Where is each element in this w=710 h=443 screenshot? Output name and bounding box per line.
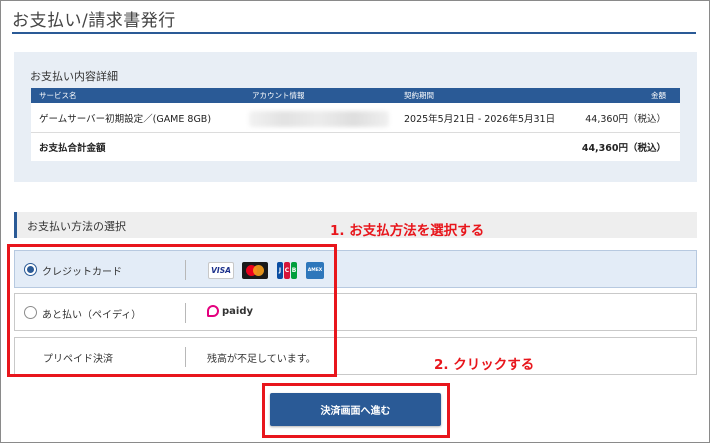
table-row: ゲームサーバー初期設定／(GAME 8GB) 2025年5月21日 - 2026… xyxy=(31,103,680,133)
account-info-redacted xyxy=(249,111,389,127)
annotation-step-1: 1. お支払方法を選択する xyxy=(330,223,485,239)
summary-table: サービス名 アカウント情報 契約期間 金額 ゲームサーバー初期設定／(GAME … xyxy=(31,88,680,161)
total-label: お支払合計金額 xyxy=(39,143,106,154)
summary-table-header: サービス名 アカウント情報 契約期間 金額 xyxy=(31,88,680,103)
header-amount: 金額 xyxy=(651,91,666,100)
section-title: お支払い方法の選択 xyxy=(27,220,126,233)
total-row: お支払合計金額 44,360円（税込） xyxy=(31,133,680,161)
service-name: ゲームサーバー初期設定／(GAME 8GB) xyxy=(39,113,212,125)
proceed-to-payment-button[interactable]: 決済画面へ進む xyxy=(270,393,441,426)
header-service: サービス名 xyxy=(39,91,77,100)
payment-summary-panel: お支払い内容詳細 サービス名 アカウント情報 契約期間 金額 ゲームサーバー初期… xyxy=(14,52,697,182)
title-divider xyxy=(12,32,696,34)
highlight-payment-methods xyxy=(7,244,337,377)
header-period: 契約期間 xyxy=(404,91,434,100)
page-title: お支払い/請求書発行 xyxy=(12,11,176,31)
summary-title: お支払い内容詳細 xyxy=(30,70,118,83)
header-account: アカウント情報 xyxy=(252,91,305,100)
item-amount: 44,360円（税込） xyxy=(585,113,666,125)
total-amount: 44,360円（税込） xyxy=(581,143,666,154)
annotation-step-2: 2. クリックする xyxy=(434,357,535,373)
contract-period: 2025年5月21日 - 2026年5月31日 xyxy=(404,113,556,125)
